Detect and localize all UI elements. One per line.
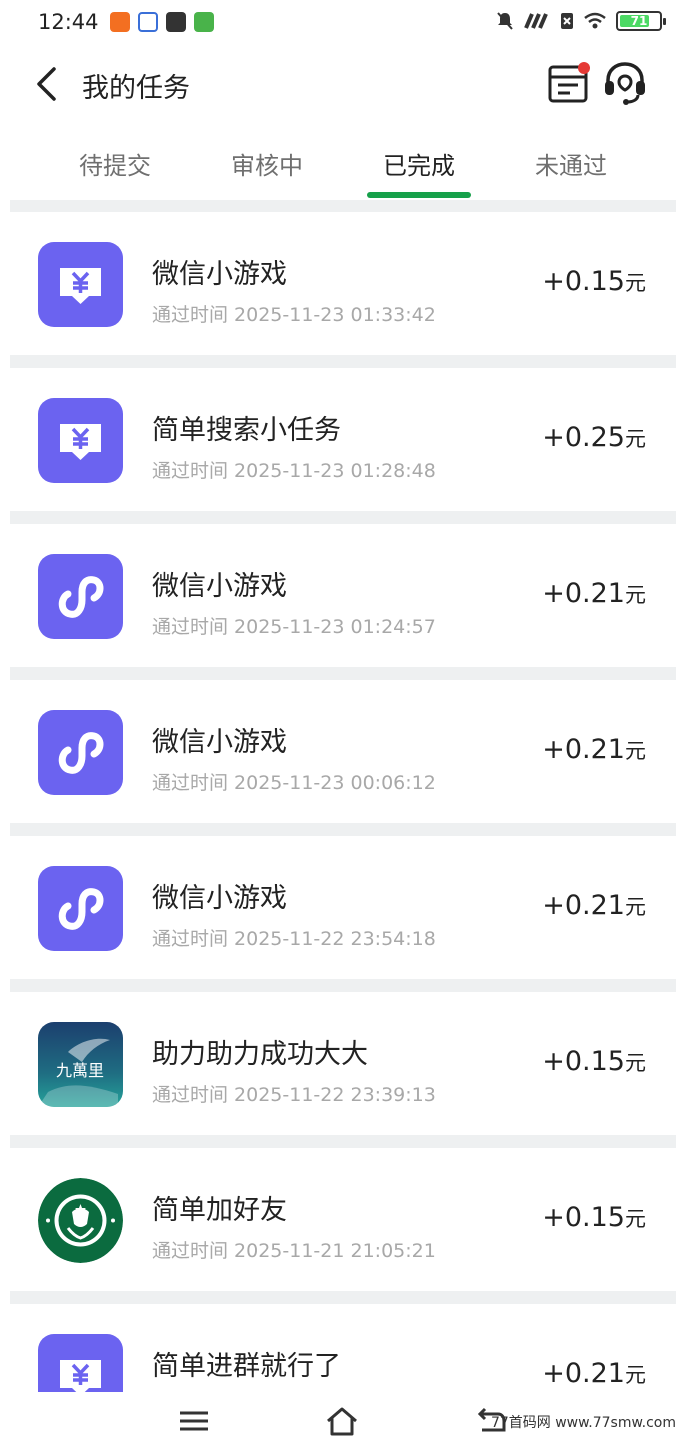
- mini-program-icon: [38, 710, 123, 795]
- task-title: 简单加好友: [152, 1195, 287, 1226]
- tab-completed[interactable]: 已完成: [344, 146, 494, 181]
- task-item[interactable]: 简单加好友 通过时间 2025-11-21 21:05:21 +0.15元: [10, 1148, 676, 1291]
- task-time: 通过时间 2025-11-22 23:54:18: [152, 928, 436, 950]
- jiuwanli-logo-icon: 九萬里: [38, 1022, 123, 1107]
- task-item[interactable]: 微信小游戏 通过时间 2025-11-22 23:54:18 +0.21元: [10, 836, 676, 979]
- tab-rejected[interactable]: 未通过: [496, 146, 646, 181]
- active-tab-indicator: [367, 192, 471, 198]
- app-content: 12:44 71 我的任务 待提交 审核中 已完成 未通过 微信小游戏 通过时间…: [10, 0, 676, 1392]
- task-reward: +0.15元: [542, 1046, 646, 1077]
- task-reward: +0.21元: [542, 578, 646, 609]
- task-reward: +0.15元: [542, 266, 646, 297]
- page-title: 我的任务: [82, 73, 190, 104]
- svg-text:九萬里: 九萬里: [56, 1061, 104, 1080]
- task-title: 简单搜索小任务: [152, 415, 341, 446]
- notification-dot: [578, 62, 590, 74]
- app-orange-icon: [110, 12, 130, 32]
- task-title: 微信小游戏: [152, 571, 287, 602]
- task-title: 微信小游戏: [152, 883, 287, 914]
- task-time: 通过时间 2025-11-23 01:33:42: [152, 304, 436, 326]
- system-icons: 71: [496, 11, 666, 31]
- task-title: 简单进群就行了: [152, 1351, 341, 1382]
- task-time: 通过时间 2025-11-23 01:28:48: [152, 460, 436, 482]
- status-tabs: 待提交 审核中 已完成 未通过: [10, 120, 676, 200]
- tab-pending-submit[interactable]: 待提交: [40, 146, 190, 181]
- status-bar: 12:44 71: [10, 0, 676, 46]
- mini-program-icon: [38, 554, 123, 639]
- notification-icons: [110, 12, 214, 32]
- task-reward: +0.21元: [542, 734, 646, 765]
- mute-icon: [497, 12, 513, 30]
- status-time: 12:44: [38, 10, 99, 34]
- menu-icon[interactable]: [176, 1404, 212, 1438]
- page-header: 我的任务: [10, 46, 676, 120]
- task-title: 助力助力成功大大: [152, 1039, 368, 1070]
- task-item[interactable]: 九萬里 助力助力成功大大 通过时间 2025-11-22 23:39:13 +0…: [10, 992, 676, 1135]
- task-time: 通过时间 2025-11-21 21:05:21: [152, 1240, 436, 1262]
- task-reward: +0.15元: [542, 1202, 646, 1233]
- order-list-icon[interactable]: [548, 62, 590, 104]
- task-reward: +0.25元: [542, 422, 646, 453]
- home-icon[interactable]: [324, 1404, 360, 1438]
- system-nav-bar: 77首码网 www.77smw.com: [0, 1392, 684, 1447]
- yuan-chat-icon: [38, 242, 123, 327]
- yuan-chat-icon: [38, 1334, 123, 1392]
- mini-program-icon: [38, 866, 123, 951]
- customer-service-icon[interactable]: [602, 60, 648, 106]
- signal-icon: [524, 13, 548, 29]
- task-item[interactable]: 微信小游戏 通过时间 2025-11-23 01:33:42 +0.15元: [10, 212, 676, 355]
- wifi-icon: [584, 12, 606, 29]
- task-time: 通过时间 2025-11-22 23:39:13: [152, 1084, 436, 1106]
- task-reward: +0.21元: [542, 890, 646, 921]
- back-arrow-icon[interactable]: [32, 66, 62, 102]
- watermark-text: 77首码网 www.77smw.com: [490, 1415, 676, 1431]
- screen: 12:44 71 我的任务 待提交 审核中 已完成 未通过 微信小游戏 通过时间…: [0, 0, 684, 1447]
- app-green-icon: [194, 12, 214, 32]
- app-blue-icon: [138, 12, 158, 32]
- task-reward: +0.21元: [542, 1358, 646, 1389]
- battery-icon: 71: [616, 11, 666, 31]
- task-item[interactable]: 简单搜索小任务 通过时间 2025-11-23 01:28:48 +0.25元: [10, 368, 676, 511]
- no-sim-icon: [561, 13, 573, 29]
- task-item[interactable]: 微信小游戏 通过时间 2025-11-23 00:06:12 +0.21元: [10, 680, 676, 823]
- task-title: 微信小游戏: [152, 727, 287, 758]
- yuan-chat-icon: [38, 398, 123, 483]
- task-title: 微信小游戏: [152, 259, 287, 290]
- task-item[interactable]: 简单进群就行了 +0.21元: [10, 1304, 676, 1392]
- tab-under-review[interactable]: 审核中: [192, 146, 342, 181]
- app-dark-icon: [166, 12, 186, 32]
- task-item[interactable]: 微信小游戏 通过时间 2025-11-23 01:24:57 +0.21元: [10, 524, 676, 667]
- task-time: 通过时间 2025-11-23 00:06:12: [152, 772, 436, 794]
- battery-level: 71: [630, 14, 648, 28]
- starbucks-logo-icon: [38, 1178, 123, 1263]
- task-time: 通过时间 2025-11-23 01:24:57: [152, 616, 436, 638]
